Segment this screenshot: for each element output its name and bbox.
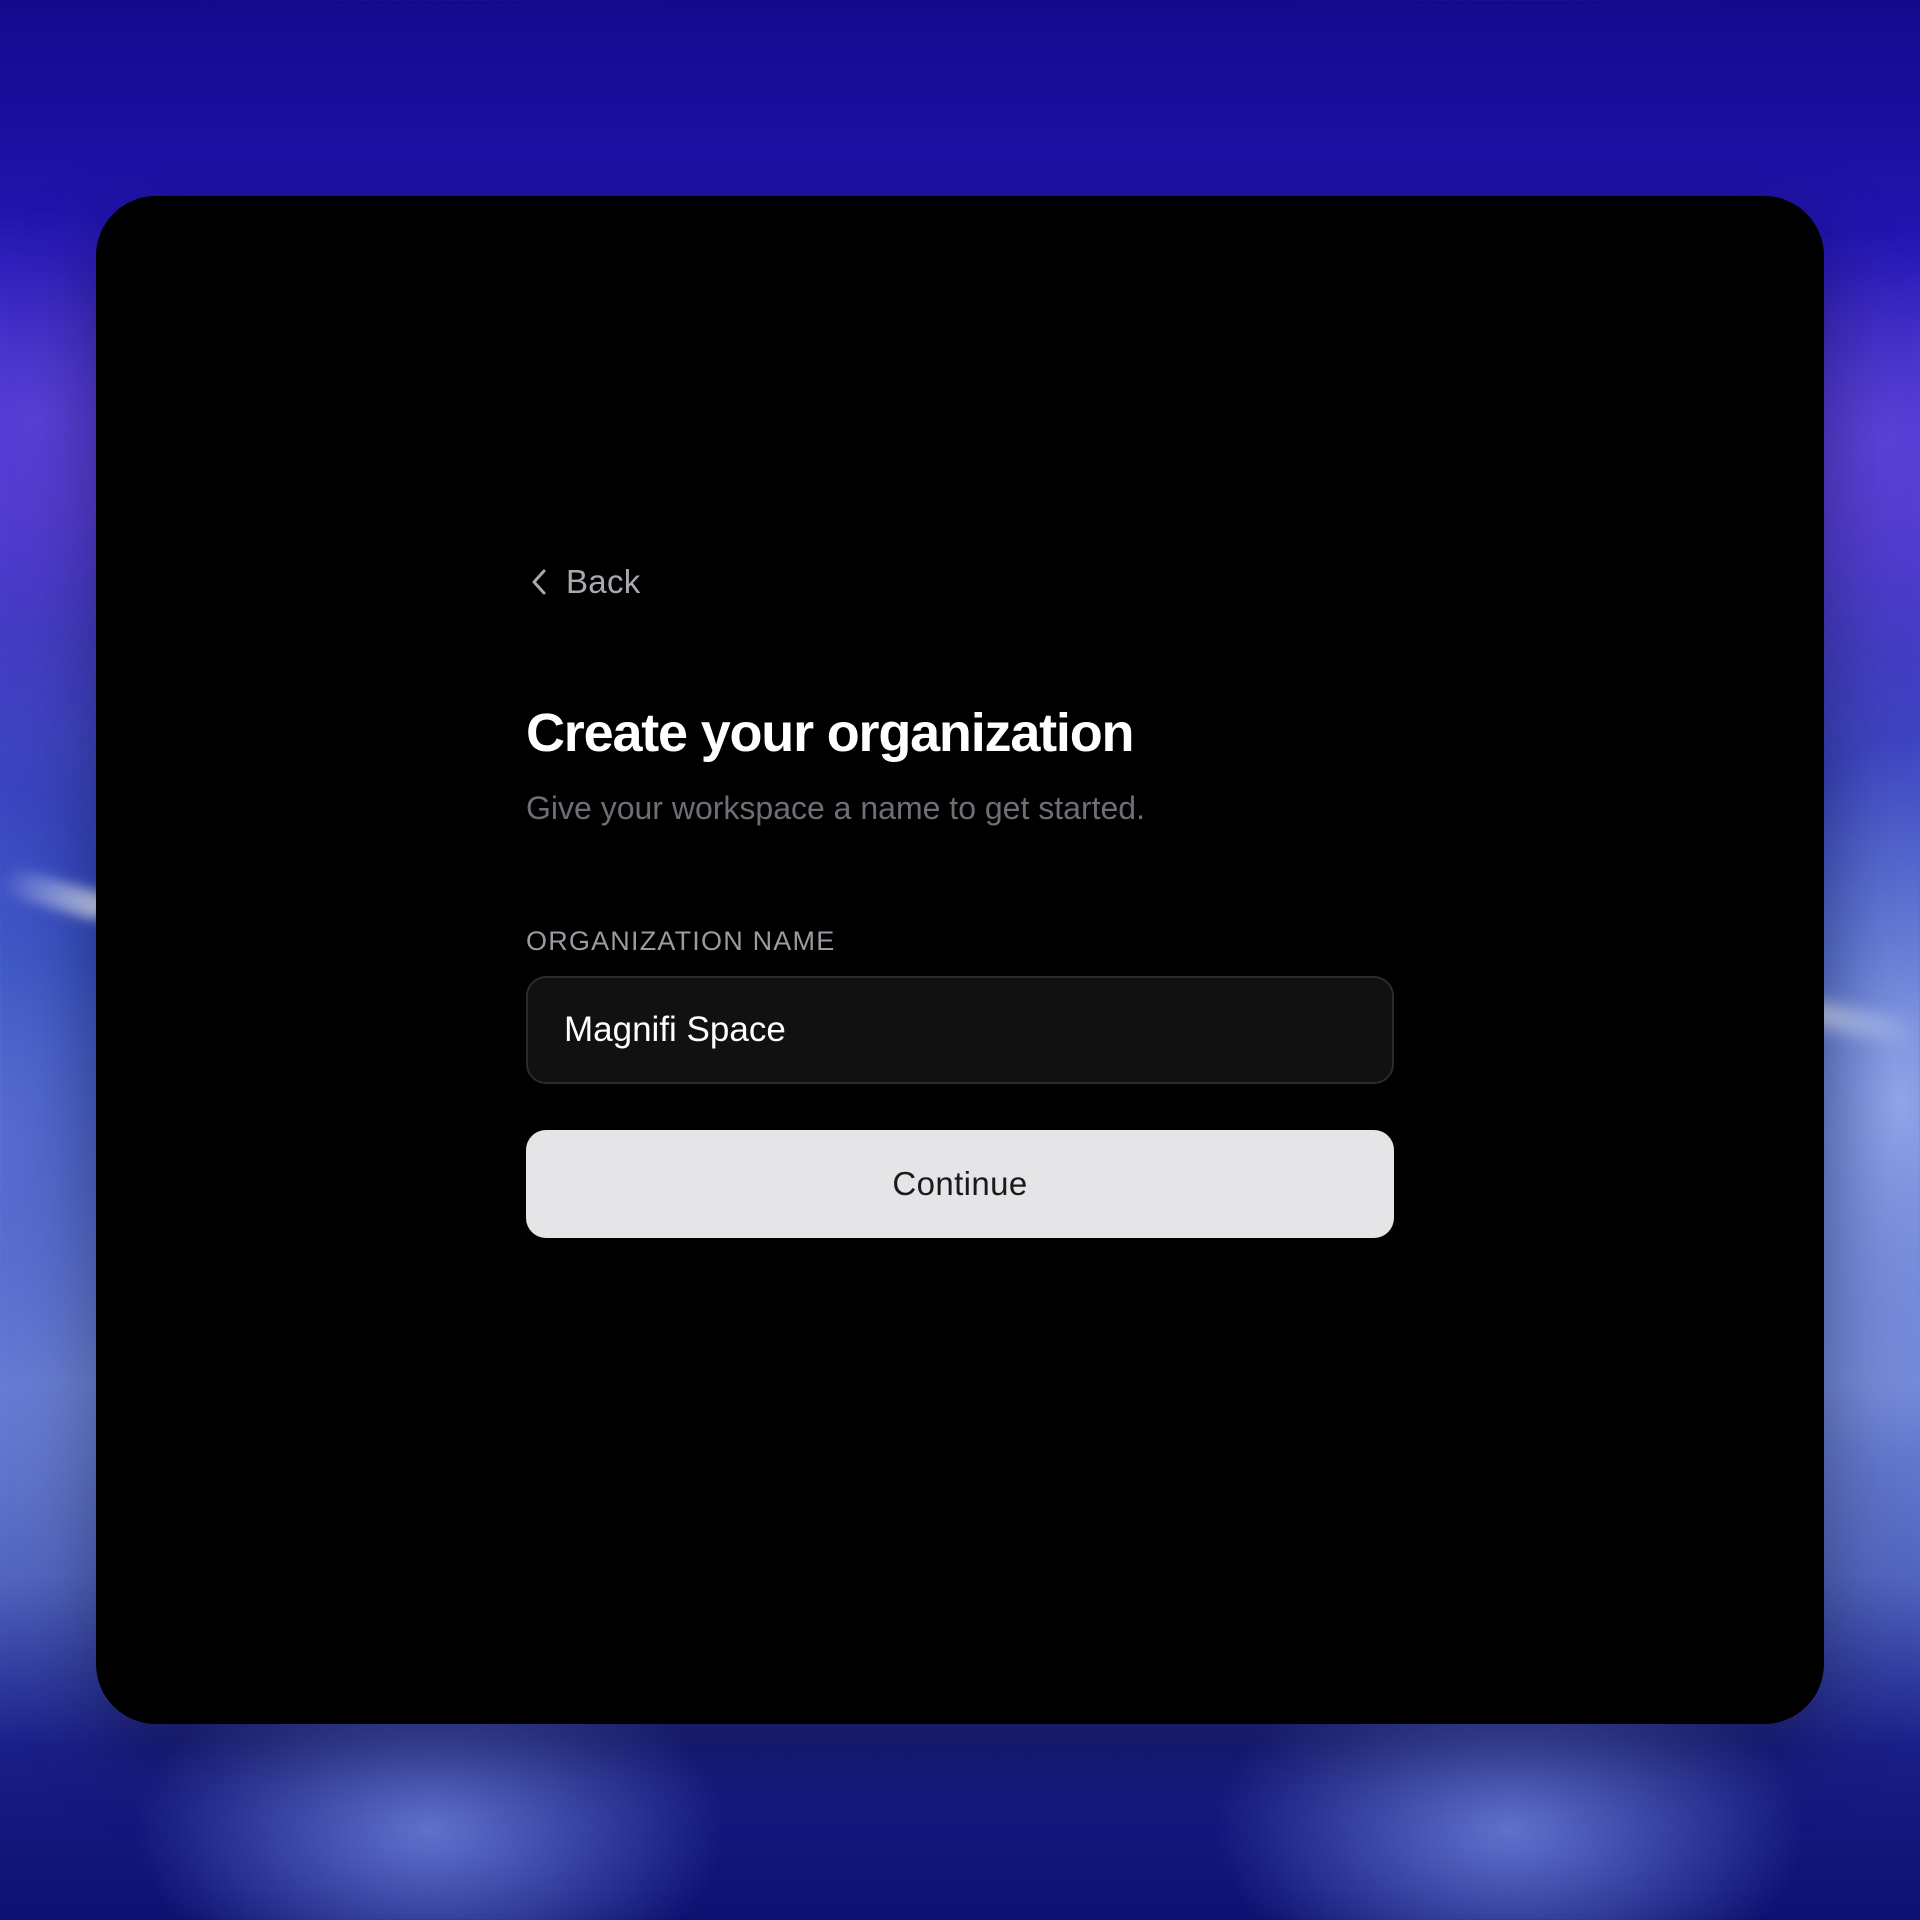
page-background: { "back": { "icon": "chevron-left-icon",… — [0, 0, 1920, 1920]
organization-name-field — [526, 976, 1394, 1084]
background-glow-left — [0, 865, 112, 923]
onboarding-card — [96, 196, 1824, 1724]
back-label: Back — [566, 563, 641, 600]
page-title: Create your organization — [526, 703, 1135, 763]
organization-name-input[interactable] — [528, 978, 1392, 1082]
create-organization-form: Back Create your organization Give your … — [526, 560, 1394, 1238]
chevron-left-icon — [530, 567, 548, 597]
continue-button[interactable]: Continue — [526, 1130, 1394, 1238]
page-subtitle: Give your workspace a name to get starte… — [526, 790, 1145, 826]
back-button[interactable]: Back — [530, 560, 641, 604]
organization-name-label: ORGANIZATION NAME — [526, 926, 836, 956]
